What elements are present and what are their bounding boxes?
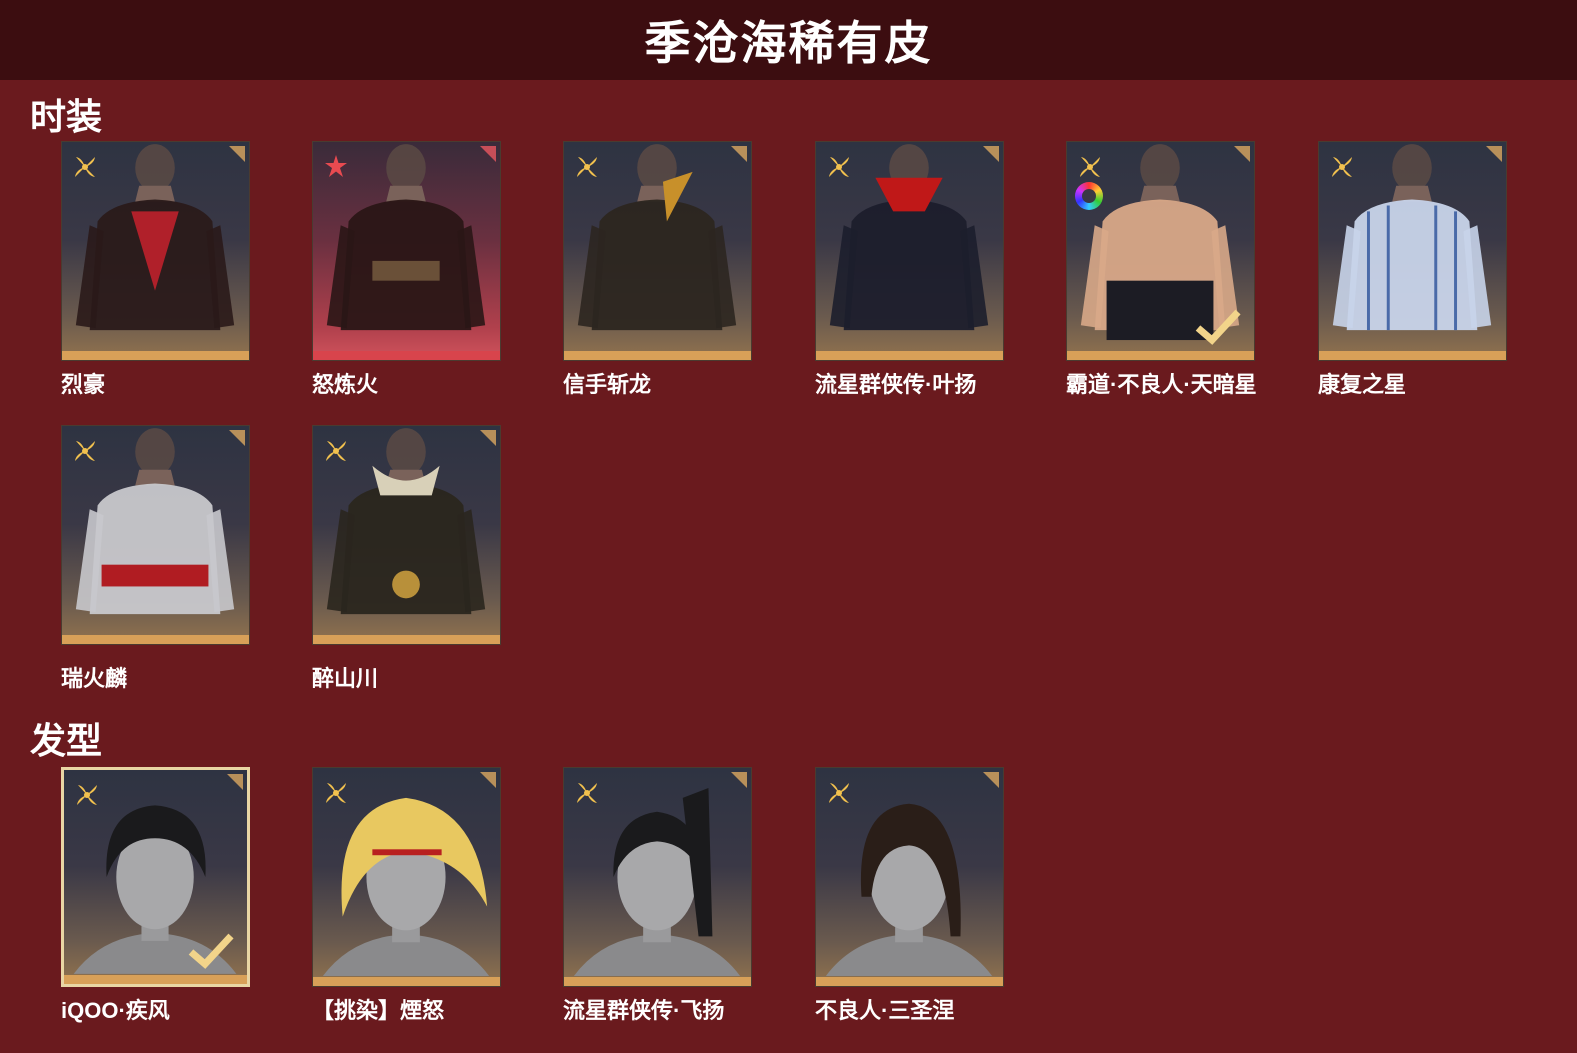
- hairstyle-label: iQOO·疾风: [61, 998, 170, 1023]
- gold-flower-icon: [574, 780, 600, 806]
- outfit-card-nulianhuo[interactable]: [312, 141, 501, 361]
- gold-flower-icon: [826, 780, 852, 806]
- gold-flower-icon: [72, 438, 98, 464]
- hairstyle-card-yannu[interactable]: [312, 767, 501, 987]
- hairstyle-card-sanshengnie[interactable]: [815, 767, 1004, 987]
- outfits-section-title: 时装: [30, 96, 103, 137]
- hairstyles-section-title: 发型: [30, 720, 103, 761]
- outfit-label: 怒炼火: [312, 372, 379, 397]
- outfit-card-kangfuzhixing[interactable]: [1318, 141, 1507, 361]
- corner-marker: [480, 146, 496, 162]
- gold-flower-icon: [574, 154, 600, 180]
- outfit-card-liehao[interactable]: [61, 141, 250, 361]
- rarity-bar: [313, 977, 500, 986]
- rarity-bar: [1067, 351, 1254, 360]
- rarity-bar: [313, 351, 500, 360]
- corner-marker: [731, 146, 747, 162]
- corner-marker: [480, 772, 496, 788]
- outfit-card-tiananxing[interactable]: [1066, 141, 1255, 361]
- gold-flower-icon: [826, 154, 852, 180]
- rarity-bar: [313, 635, 500, 644]
- outfit-card-xinshouzhanlong[interactable]: [563, 141, 752, 361]
- outfit-label: 瑞火麟: [61, 666, 128, 691]
- rarity-bar: [62, 635, 249, 644]
- rarity-bar: [64, 975, 247, 984]
- hairstyle-label: 【挑染】煙怒: [312, 998, 445, 1023]
- outfit-label: 醉山川: [312, 666, 379, 691]
- hairstyle-card-feiyang[interactable]: [563, 767, 752, 987]
- corner-marker: [1486, 146, 1502, 162]
- red-flower-icon: [323, 154, 349, 180]
- hairstyle-label: 不良人·三圣涅: [815, 998, 955, 1023]
- rarity-bar: [564, 977, 751, 986]
- hairstyle-card-iqoo-jifeng[interactable]: [61, 767, 250, 987]
- rarity-bar: [1319, 351, 1506, 360]
- corner-marker: [227, 774, 243, 790]
- gold-flower-icon: [1329, 154, 1355, 180]
- corner-marker: [983, 772, 999, 788]
- gold-flower-icon: [1077, 154, 1103, 180]
- color-wheel-icon: [1075, 182, 1103, 210]
- checkmark-icon: [188, 933, 234, 969]
- gold-flower-icon: [72, 154, 98, 180]
- rarity-bar: [62, 351, 249, 360]
- corner-marker: [229, 146, 245, 162]
- title-bar: 季沧海稀有皮: [0, 0, 1577, 80]
- rarity-bar: [816, 351, 1003, 360]
- corner-marker: [983, 146, 999, 162]
- gold-flower-icon: [323, 438, 349, 464]
- checkmark-icon: [1195, 309, 1241, 345]
- outfit-card-zuishanchuan[interactable]: [312, 425, 501, 645]
- outfit-card-yeyang[interactable]: [815, 141, 1004, 361]
- corner-marker: [480, 430, 496, 446]
- gold-flower-icon: [323, 780, 349, 806]
- rarity-bar: [816, 977, 1003, 986]
- gold-flower-icon: [74, 782, 100, 808]
- outfit-label: 烈豪: [61, 372, 106, 397]
- outfit-label: 信手斩龙: [563, 372, 652, 397]
- outfit-label: 流星群侠传·叶扬: [815, 372, 977, 397]
- page-title: 季沧海稀有皮: [644, 17, 933, 69]
- outfit-card-ruihuolin[interactable]: [61, 425, 250, 645]
- outfit-label: 康复之星: [1318, 372, 1407, 397]
- corner-marker: [731, 772, 747, 788]
- corner-marker: [229, 430, 245, 446]
- hairstyle-label: 流星群侠传·飞扬: [563, 998, 725, 1023]
- corner-marker: [1234, 146, 1250, 162]
- rarity-bar: [564, 351, 751, 360]
- outfit-label: 霸道·不良人·天暗星: [1066, 372, 1257, 397]
